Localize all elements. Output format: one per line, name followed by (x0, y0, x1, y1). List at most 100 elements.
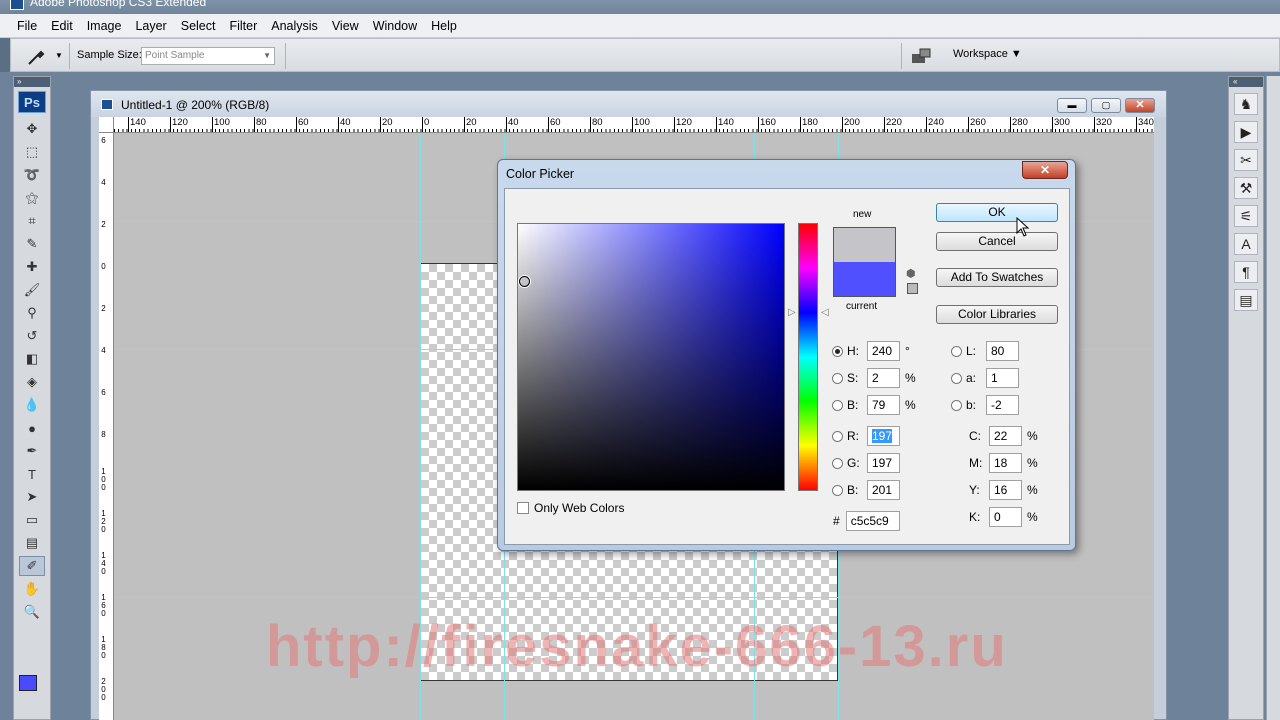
pen-tool-icon[interactable]: ✒ (19, 441, 45, 461)
sample-size-select[interactable]: Point Sample ▼ (141, 47, 275, 65)
crop-tool-icon[interactable]: ⌗ (19, 211, 45, 231)
lasso-tool-icon[interactable]: ➰ (19, 165, 45, 185)
black-input[interactable]: 0 (989, 507, 1022, 527)
move-tool-icon[interactable]: ✥ (19, 119, 45, 139)
character-panel-icon[interactable]: A (1234, 233, 1258, 255)
dialog-close-button[interactable]: ✕ (1022, 161, 1068, 179)
green-input[interactable]: 197 (867, 453, 900, 473)
lab-b-radio[interactable] (951, 399, 962, 411)
dock-grip[interactable]: « (1229, 77, 1263, 87)
photoshop-logo[interactable]: Ps (18, 91, 46, 113)
menu-image[interactable]: Image (80, 19, 129, 33)
blue-input[interactable]: 201 (867, 480, 900, 500)
notes-tool-icon[interactable]: ▤ (19, 533, 45, 553)
eraser-tool-icon[interactable]: ◧ (19, 349, 45, 369)
hand-tool-icon[interactable]: ✋ (19, 579, 45, 599)
menu-help[interactable]: Help (424, 19, 464, 33)
dodge-tool-icon[interactable]: ● (19, 418, 45, 438)
ruler-label: 120 (674, 117, 692, 132)
foreground-color-swatch[interactable] (19, 675, 37, 691)
out-of-gamut-warning-icon[interactable]: ⬢ (906, 267, 916, 280)
saturation-radio[interactable] (832, 372, 843, 384)
lab-b-label: b: (966, 398, 977, 412)
zoom-tool-icon[interactable]: 🔍 (19, 602, 45, 622)
tool-presets-panel-icon[interactable]: ✂ (1234, 149, 1258, 171)
red-input[interactable]: 197 (867, 426, 900, 446)
layer-comps-panel-icon[interactable]: ▤ (1234, 289, 1258, 311)
lab-l-input[interactable]: 80 (986, 341, 1019, 361)
maximize-button[interactable]: ▢ (1091, 98, 1121, 113)
healing-brush-tool-icon[interactable]: ✚ (19, 257, 45, 277)
minimize-button[interactable]: ▬ (1057, 98, 1087, 113)
saturation-input[interactable]: 2 (867, 368, 900, 388)
hue-radio[interactable] (832, 345, 843, 357)
menu-layer[interactable]: Layer (128, 19, 173, 33)
lab-b-input[interactable]: -2 (986, 395, 1019, 415)
menu-filter[interactable]: Filter (222, 19, 264, 33)
history-brush-tool-icon[interactable]: ↺ (19, 326, 45, 346)
type-tool-icon[interactable]: T (19, 464, 45, 484)
saturation-label: S: (847, 371, 859, 385)
add-to-swatches-button[interactable]: Add To Swatches (936, 268, 1058, 287)
cyan-input[interactable]: 22 (989, 426, 1022, 446)
menu-window[interactable]: Window (366, 19, 424, 33)
blur-tool-icon[interactable]: 💧 (19, 395, 45, 415)
paragraph-panel-icon[interactable]: ¶ (1234, 261, 1258, 283)
red-radio[interactable] (832, 430, 843, 442)
green-radio[interactable] (832, 457, 843, 469)
eyedropper-icon[interactable] (27, 46, 47, 66)
vertical-ruler[interactable]: 6 4 2 0 2 4 6 8 1 0 0 1 2 0 1 4 0 1 6 0 … (99, 133, 114, 720)
blue-radio[interactable] (832, 484, 843, 496)
lab-a-input[interactable]: 1 (986, 368, 1019, 388)
color-libraries-button[interactable]: Color Libraries (936, 305, 1058, 324)
document-title-bar[interactable]: Untitled-1 @ 200% (RGB/8) ▬ ▢ ✕ (91, 91, 1166, 117)
workspace-menu[interactable]: Workspace ▼ (953, 48, 1022, 60)
guide-line[interactable] (114, 597, 1154, 598)
menu-analysis[interactable]: Analysis (264, 19, 325, 33)
hue-input[interactable]: 240 (867, 341, 900, 361)
brightness-radio[interactable] (832, 399, 843, 411)
horizontal-ruler[interactable]: 140 120 100 80 60 40 20 0 20 40 60 80 10… (114, 117, 1154, 133)
only-web-colors-option[interactable]: Only Web Colors (517, 501, 624, 515)
close-button[interactable]: ✕ (1125, 98, 1155, 113)
magenta-label: M: (969, 456, 983, 470)
brightness-input[interactable]: 79 (867, 395, 900, 415)
menu-file[interactable]: File (10, 19, 44, 33)
marquee-tool-icon[interactable]: ⬚ (19, 142, 45, 162)
path-selection-tool-icon[interactable]: ➤ (19, 487, 45, 507)
paint-bucket-tool-icon[interactable]: ◈ (19, 372, 45, 392)
slice-tool-icon[interactable]: ✎ (19, 234, 45, 254)
hue-slider-right-arrow[interactable]: ◁ (821, 307, 829, 318)
current-color-swatch[interactable] (833, 262, 896, 297)
hex-input[interactable]: c5c5c9 (845, 511, 900, 531)
brushes-panel-icon[interactable]: ⚒ (1234, 177, 1258, 199)
magenta-input[interactable]: 18 (989, 453, 1022, 473)
cancel-button[interactable]: Cancel (936, 232, 1058, 251)
yellow-input[interactable]: 16 (989, 480, 1022, 500)
eyedropper-tool-icon[interactable]: ✐ (19, 556, 45, 576)
saturation-row: S: 2 % (832, 368, 916, 388)
navigator-panel-icon[interactable]: ♞ (1234, 93, 1258, 115)
not-web-safe-warning-icon[interactable] (907, 283, 918, 294)
menu-edit[interactable]: Edit (44, 19, 80, 33)
menu-select[interactable]: Select (174, 19, 223, 33)
lab-l-radio[interactable] (951, 345, 962, 357)
magic-wand-tool-icon[interactable]: ⚝ (19, 188, 45, 208)
toolbox-grip[interactable]: » (14, 77, 50, 87)
bridge-icon[interactable] (911, 47, 931, 65)
ok-button[interactable]: OK (936, 203, 1058, 222)
only-web-colors-checkbox[interactable] (517, 502, 529, 514)
menu-view[interactable]: View (325, 19, 366, 33)
clone-source-panel-icon[interactable]: ⚟ (1234, 205, 1258, 227)
tool-preset-dropdown-icon[interactable]: ▼ (55, 51, 63, 60)
color-selector-ring[interactable] (519, 276, 530, 287)
clone-stamp-tool-icon[interactable]: ⚲ (19, 303, 45, 323)
shape-tool-icon[interactable]: ▭ (19, 510, 45, 530)
brush-tool-icon[interactable]: 🖌 (19, 280, 45, 300)
saturation-brightness-field[interactable] (517, 223, 785, 491)
hue-slider[interactable] (798, 223, 818, 491)
actions-panel-icon[interactable]: ▶ (1234, 121, 1258, 143)
lab-a-radio[interactable] (951, 372, 962, 384)
ruler-origin[interactable] (99, 117, 114, 133)
hue-slider-left-arrow[interactable]: ▷ (788, 307, 796, 318)
